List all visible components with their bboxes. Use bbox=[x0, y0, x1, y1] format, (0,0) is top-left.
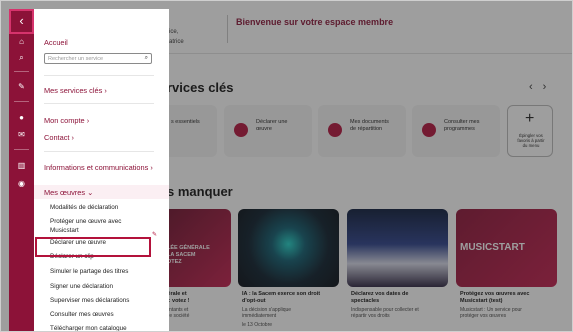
home-icon[interactable]: ⌂ bbox=[9, 37, 34, 46]
menu-link-info[interactable]: Informations et communications › bbox=[44, 163, 153, 172]
search-icon: ⌕ bbox=[144, 55, 148, 61]
rail-divider bbox=[14, 149, 29, 150]
library-icon[interactable]: ▥ bbox=[9, 161, 34, 170]
mail-icon[interactable]: ✉ bbox=[9, 130, 34, 139]
app-window: ice, atrice Bienvenue sur votre espace m… bbox=[0, 0, 573, 332]
menu-divider bbox=[44, 75, 154, 76]
submenu-item[interactable]: Modalités de déclaration bbox=[50, 203, 118, 212]
submenu-item[interactable]: Simuler le partage des titres bbox=[50, 267, 128, 276]
search-input[interactable]: Rechercher un service ⌕ bbox=[44, 53, 152, 64]
menu-link-label: Mes services clés bbox=[44, 86, 103, 95]
menu-link-label: Mes œuvres bbox=[44, 188, 86, 197]
submenu-item[interactable]: Télécharger mon catalogue bbox=[50, 324, 127, 331]
chevron-left-icon: ‹ bbox=[19, 13, 24, 28]
submenu-item[interactable]: Superviser mes déclarations bbox=[50, 296, 129, 305]
pin-icon[interactable]: ✎ bbox=[9, 82, 34, 91]
rail-divider bbox=[14, 71, 29, 72]
user-icon[interactable]: ● bbox=[9, 113, 34, 122]
rail-divider bbox=[14, 101, 29, 102]
search-icon[interactable]: ⌕ bbox=[9, 53, 34, 63]
menu-link-contact[interactable]: Contact › bbox=[44, 133, 74, 142]
menu-link-label: Contact bbox=[44, 133, 70, 142]
menu-link-services[interactable]: Mes services clés › bbox=[44, 86, 107, 95]
search-placeholder: Rechercher un service bbox=[48, 56, 104, 62]
side-rail: ⌂ ⌕ ✎ ● ✉ ▥ ◉ bbox=[9, 9, 34, 331]
menu-link-label: Informations et communications bbox=[44, 163, 149, 172]
menu-link-oeuvres[interactable]: Mes œuvres ⌄ bbox=[44, 188, 93, 197]
music-icon[interactable]: ◉ bbox=[9, 179, 34, 188]
menu-divider bbox=[44, 151, 154, 152]
menu-link-accueil[interactable]: Accueil bbox=[44, 38, 68, 47]
navigation-menu: Accueil Rechercher un service ⌕ Mes serv… bbox=[34, 9, 169, 331]
submenu-item[interactable]: Protéger une œuvre avec Musicstart bbox=[50, 217, 121, 235]
submenu-item[interactable]: Consulter mes œuvres bbox=[50, 310, 114, 319]
submenu-item[interactable]: Signer une déclaration bbox=[50, 282, 113, 291]
menu-divider bbox=[44, 103, 154, 104]
highlight-box bbox=[35, 237, 151, 257]
menu-link-label: Mon compte bbox=[44, 116, 85, 125]
pin-icon[interactable]: ✎ bbox=[152, 231, 157, 238]
collapse-menu-button[interactable]: ‹ bbox=[9, 9, 34, 34]
menu-link-compte[interactable]: Mon compte › bbox=[44, 116, 89, 125]
